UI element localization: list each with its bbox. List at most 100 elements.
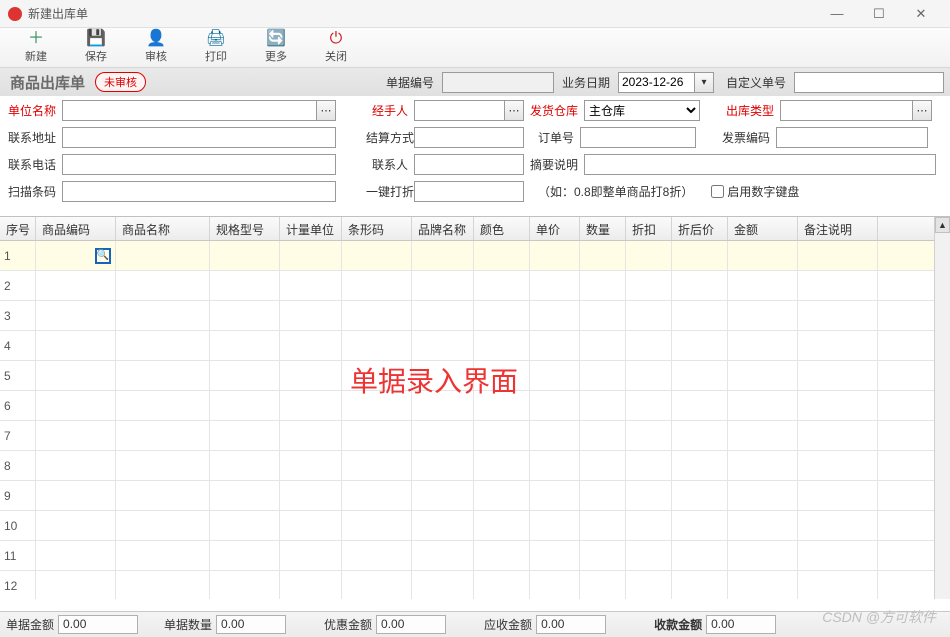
handler-input[interactable] <box>414 100 504 121</box>
table-cell[interactable] <box>530 391 580 420</box>
table-cell[interactable] <box>728 541 798 570</box>
table-cell[interactable] <box>798 331 878 360</box>
table-cell[interactable] <box>474 361 530 390</box>
table-cell[interactable] <box>728 241 798 270</box>
table-row[interactable]: 2 <box>0 271 934 301</box>
out-type-input[interactable] <box>780 100 912 121</box>
table-cell[interactable] <box>580 451 626 480</box>
table-cell[interactable] <box>36 361 116 390</box>
maximize-button[interactable]: ☐ <box>858 0 900 28</box>
table-cell[interactable]: 5 <box>0 361 36 390</box>
table-cell[interactable] <box>116 571 210 599</box>
table-cell[interactable] <box>412 361 474 390</box>
table-row[interactable]: 7 <box>0 421 934 451</box>
table-cell[interactable]: 3 <box>0 301 36 330</box>
table-cell[interactable]: 12 <box>0 571 36 599</box>
table-cell[interactable] <box>116 271 210 300</box>
table-row[interactable]: 12 <box>0 571 934 599</box>
table-cell[interactable] <box>280 271 342 300</box>
table-cell[interactable] <box>280 541 342 570</box>
table-cell[interactable] <box>280 451 342 480</box>
table-cell[interactable] <box>530 481 580 510</box>
table-cell[interactable] <box>412 511 474 540</box>
table-cell[interactable] <box>342 331 412 360</box>
phone-input[interactable] <box>62 154 336 175</box>
table-cell[interactable] <box>672 271 728 300</box>
handler-lookup-button[interactable]: ⋯ <box>504 100 524 121</box>
table-cell[interactable] <box>474 481 530 510</box>
table-cell[interactable] <box>412 451 474 480</box>
table-cell[interactable] <box>412 571 474 599</box>
settle-input[interactable] <box>414 127 524 148</box>
addr-input[interactable] <box>62 127 336 148</box>
table-cell[interactable] <box>580 511 626 540</box>
table-cell[interactable] <box>626 331 672 360</box>
column-header[interactable]: 序号 <box>0 217 36 240</box>
close-app-button[interactable]: ⏻关闭 <box>306 29 366 67</box>
vertical-scrollbar[interactable]: ▲ <box>934 217 950 599</box>
table-cell[interactable] <box>412 481 474 510</box>
table-row[interactable]: 10 <box>0 511 934 541</box>
table-cell[interactable] <box>342 421 412 450</box>
unit-input[interactable] <box>62 100 316 121</box>
table-row[interactable]: 6 <box>0 391 934 421</box>
table-cell[interactable] <box>474 511 530 540</box>
table-cell[interactable] <box>474 331 530 360</box>
table-cell[interactable] <box>580 301 626 330</box>
column-header[interactable]: 折扣 <box>626 217 672 240</box>
table-cell[interactable] <box>116 481 210 510</box>
column-header[interactable]: 备注说明 <box>798 217 878 240</box>
table-cell[interactable] <box>342 451 412 480</box>
custom-no-input[interactable] <box>794 72 944 93</box>
table-cell[interactable]: 4 <box>0 331 36 360</box>
table-cell[interactable] <box>626 241 672 270</box>
table-cell[interactable] <box>342 241 412 270</box>
table-cell[interactable] <box>474 571 530 599</box>
order-no-input[interactable] <box>580 127 696 148</box>
audit-button[interactable]: 👤审核 <box>126 29 186 67</box>
column-header[interactable]: 折后价 <box>672 217 728 240</box>
table-cell[interactable] <box>530 361 580 390</box>
table-cell[interactable] <box>474 241 530 270</box>
column-header[interactable]: 计量单位 <box>280 217 342 240</box>
column-header[interactable]: 品牌名称 <box>412 217 474 240</box>
barcode-input[interactable] <box>62 181 336 202</box>
table-row[interactable]: 1🔍 <box>0 241 934 271</box>
table-cell[interactable] <box>210 541 280 570</box>
column-header[interactable]: 商品编码 <box>36 217 116 240</box>
table-cell[interactable] <box>280 391 342 420</box>
column-header[interactable]: 规格型号 <box>210 217 280 240</box>
table-cell[interactable] <box>672 481 728 510</box>
table-cell[interactable] <box>116 511 210 540</box>
table-cell[interactable] <box>474 451 530 480</box>
table-cell[interactable] <box>36 421 116 450</box>
table-cell[interactable] <box>116 301 210 330</box>
table-cell[interactable] <box>672 451 728 480</box>
table-cell[interactable] <box>672 541 728 570</box>
table-cell[interactable] <box>580 361 626 390</box>
table-cell[interactable] <box>342 511 412 540</box>
table-cell[interactable] <box>280 571 342 599</box>
table-cell[interactable] <box>728 361 798 390</box>
table-cell[interactable] <box>672 361 728 390</box>
table-cell[interactable] <box>530 451 580 480</box>
table-cell[interactable] <box>728 481 798 510</box>
table-cell[interactable] <box>116 331 210 360</box>
column-header[interactable]: 颜色 <box>474 217 530 240</box>
table-row[interactable]: 3 <box>0 301 934 331</box>
table-cell[interactable] <box>798 511 878 540</box>
discount-input[interactable] <box>414 181 524 202</box>
more-button[interactable]: 🔄更多 <box>246 29 306 67</box>
table-cell[interactable] <box>798 541 878 570</box>
table-cell[interactable] <box>412 271 474 300</box>
table-row[interactable]: 4 <box>0 331 934 361</box>
table-cell[interactable] <box>728 571 798 599</box>
table-cell[interactable] <box>280 361 342 390</box>
table-cell[interactable] <box>36 541 116 570</box>
table-cell[interactable] <box>798 271 878 300</box>
table-cell[interactable] <box>36 511 116 540</box>
table-cell[interactable] <box>474 391 530 420</box>
table-cell[interactable]: 8 <box>0 451 36 480</box>
unit-lookup-button[interactable]: ⋯ <box>316 100 336 121</box>
table-cell[interactable] <box>210 481 280 510</box>
